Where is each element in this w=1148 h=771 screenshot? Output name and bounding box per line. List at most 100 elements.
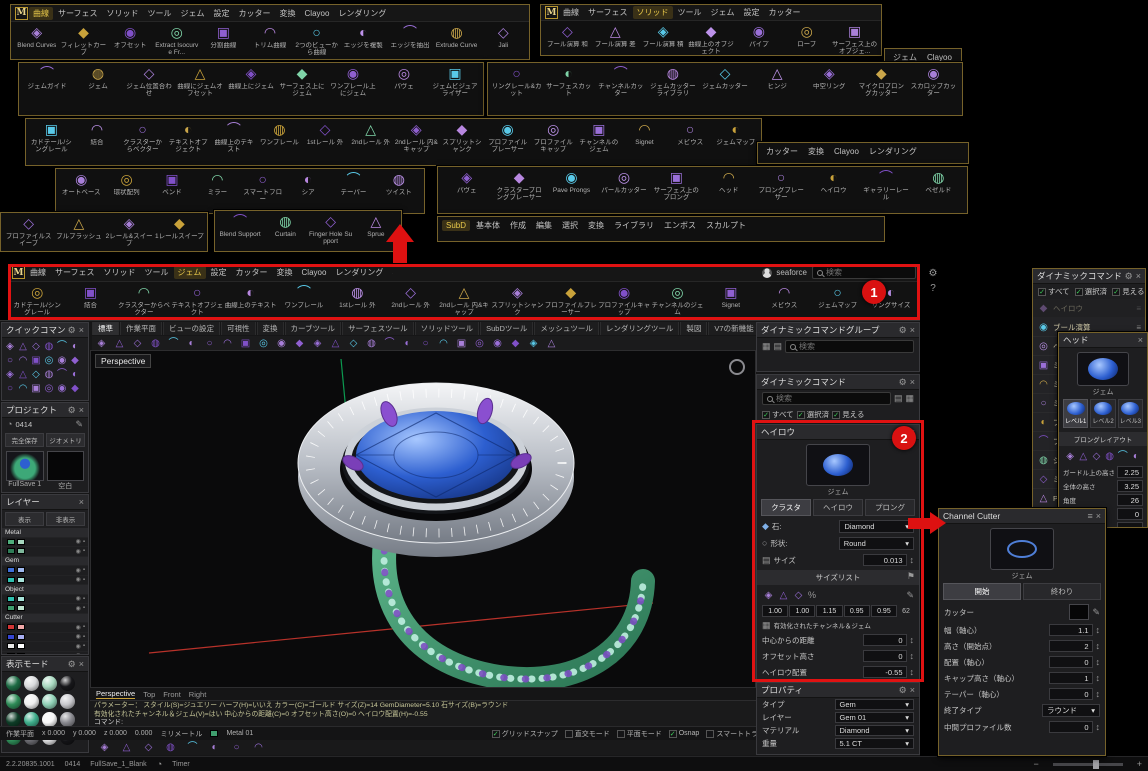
tool-icon[interactable]: ◆ xyxy=(293,337,306,350)
gear-icon[interactable]: ⚙ xyxy=(1125,272,1133,281)
tool-button[interactable]: ◈曲線上にジェム xyxy=(226,65,276,90)
tool-button[interactable]: ○ジェムマップ xyxy=(811,284,863,309)
tool-button[interactable]: ▣サーフェス上のオブジェ... xyxy=(831,23,878,55)
tool-icon[interactable]: ⌒ xyxy=(56,340,68,353)
menu-item[interactable]: 曲線 xyxy=(559,6,583,19)
tool-button[interactable]: △曲線にジェムオフセット xyxy=(175,65,225,97)
layer-color-chip[interactable] xyxy=(7,539,15,545)
level-tab[interactable]: レベル3 xyxy=(1118,399,1143,428)
layer-row[interactable]: ◉ ▪ xyxy=(2,623,88,633)
tool-icon[interactable]: ◈ xyxy=(4,368,16,381)
menu-icon[interactable]: ≡ xyxy=(1136,304,1141,313)
tool-button[interactable]: ◍ジェムカッターライブラリ xyxy=(647,65,698,97)
tool-button[interactable]: ⌒エッジを抽出 xyxy=(387,24,433,49)
eye-icon[interactable]: ◉ xyxy=(76,576,81,583)
menu-item[interactable]: ソリッド xyxy=(633,6,673,19)
eye-icon[interactable]: ◉ xyxy=(76,567,81,574)
tool-icon[interactable]: ○ xyxy=(419,337,432,350)
tool-icon[interactable]: ◍ xyxy=(365,337,378,350)
tool-button[interactable]: ◈中空リング xyxy=(804,65,855,90)
tool-button[interactable]: ◇ジェムカッター xyxy=(699,65,750,90)
tool-button[interactable]: ◆マイクロプロングカッター xyxy=(856,65,907,97)
menu-item[interactable]: 変換 xyxy=(273,266,297,279)
layer-color-chip[interactable] xyxy=(7,634,15,640)
layer-material-chip[interactable] xyxy=(17,596,25,602)
tool-icon[interactable]: △ xyxy=(777,589,790,602)
workspace-tab[interactable]: 変換 xyxy=(257,322,284,335)
tool-icon[interactable]: ▣ xyxy=(30,382,42,395)
tool-button[interactable]: ◆1レールスイープ xyxy=(155,215,204,240)
gear-icon[interactable]: ⚙ xyxy=(899,378,907,387)
tool-button[interactable]: ◠Signet xyxy=(622,121,667,146)
tool-button[interactable]: ◉プロファイルキャップ xyxy=(598,284,650,316)
layer-color-chip[interactable] xyxy=(7,653,15,655)
tool-button[interactable]: ◠クラスターからベクター xyxy=(118,284,170,316)
menu-item[interactable]: サーフェス xyxy=(54,7,102,20)
close-icon[interactable]: × xyxy=(79,406,84,415)
tool-icon[interactable]: ◠ xyxy=(17,354,29,367)
tool-button[interactable]: ◎パヴェ xyxy=(379,65,429,90)
tool-icon[interactable]: ◆ xyxy=(69,354,81,367)
tool-button[interactable]: △2ndレール 外 xyxy=(348,121,393,146)
layer-color-chip[interactable] xyxy=(7,567,15,573)
check-icon[interactable]: ✓ xyxy=(832,411,840,419)
field-value[interactable]: 2 xyxy=(1049,640,1093,652)
tool-button[interactable]: ○プロングブレーサー xyxy=(755,169,806,201)
tool-icon[interactable]: ◍ xyxy=(149,337,162,350)
halo-tab[interactable]: ヘイロウ xyxy=(813,499,863,516)
layer-row[interactable]: ◉ ▪ xyxy=(2,547,88,557)
material-sphere[interactable] xyxy=(60,694,75,709)
tool-icon[interactable]: ◇ xyxy=(347,337,360,350)
tool-button[interactable]: ◠メビウス xyxy=(758,284,810,309)
material-sphere[interactable] xyxy=(42,712,57,727)
tool-icon[interactable]: ◍ xyxy=(1104,450,1116,463)
layer-color-chip[interactable] xyxy=(7,605,15,611)
tool-icon[interactable]: ◈ xyxy=(4,340,16,353)
channel-thumbnail[interactable] xyxy=(990,528,1054,570)
size-cell[interactable]: 1.00 xyxy=(762,605,788,617)
layer-row[interactable]: Cutter ◉ ▪ xyxy=(2,614,88,624)
close-icon[interactable]: × xyxy=(1138,336,1143,345)
tool-icon[interactable]: ◈ xyxy=(762,589,775,602)
viewport-tab[interactable]: Front xyxy=(163,690,181,699)
tool-button[interactable]: ◎チャンネルのジェム xyxy=(651,284,703,316)
close-icon[interactable]: × xyxy=(910,378,915,387)
stepper-icon[interactable]: ↕ xyxy=(910,636,915,645)
workspace-tab[interactable]: 製図 xyxy=(680,322,707,335)
stepper-icon[interactable]: ↕ xyxy=(1096,626,1101,635)
property-value[interactable]: 5.1 CT▾ xyxy=(835,738,915,749)
tool-icon[interactable]: △ xyxy=(545,337,558,350)
close-icon[interactable]: × xyxy=(79,660,84,669)
check-icon[interactable]: ✓ xyxy=(617,730,625,738)
grid-view-icon[interactable]: ▦ xyxy=(905,394,914,403)
tool-button[interactable]: ◇Finger Hole Support xyxy=(309,213,353,245)
level-tab[interactable]: レベル2 xyxy=(1090,399,1115,428)
check-icon[interactable]: ✓ xyxy=(797,411,805,419)
tool-button[interactable]: ◐サーフェスカット xyxy=(543,65,594,97)
filter-toggle[interactable]: ✓すべて xyxy=(762,409,794,420)
tool-icon[interactable]: ◇ xyxy=(1090,450,1102,463)
menu-item[interactable]: ジェム xyxy=(177,7,209,20)
tool-icon[interactable]: ⌒ xyxy=(186,741,199,754)
menu-item[interactable]: 変換 xyxy=(804,145,828,158)
layer-color-chip[interactable] xyxy=(7,577,15,583)
layer-material-chip[interactable] xyxy=(17,548,25,554)
material-sphere[interactable] xyxy=(24,676,39,691)
tool-button[interactable]: ◎ロープ xyxy=(783,23,830,48)
menu-item[interactable]: 設定 xyxy=(740,6,764,19)
project-thumbnail-blank[interactable] xyxy=(47,451,85,481)
menu-item[interactable]: Clayoo xyxy=(298,267,331,278)
layer-material-chip[interactable] xyxy=(17,567,25,573)
tool-icon[interactable]: ◎ xyxy=(43,354,55,367)
workspace-tab[interactable]: 作業平面 xyxy=(120,322,162,335)
tool-button[interactable]: ◉パイプ xyxy=(735,23,782,48)
app-logo[interactable]: M xyxy=(15,7,28,20)
tool-icon[interactable]: ◇ xyxy=(792,589,805,602)
profile-count-value[interactable]: 0 xyxy=(1049,721,1093,733)
zoom-in-icon[interactable]: + xyxy=(1137,760,1142,769)
tool-button[interactable]: △ブルブラッシュ xyxy=(54,215,103,240)
field-value[interactable]: 1.1 xyxy=(1049,624,1093,636)
workspace-tab[interactable]: メッシュツール xyxy=(534,322,599,335)
check-icon[interactable]: ✓ xyxy=(492,730,500,738)
stepper-icon[interactable]: ↕ xyxy=(1096,690,1101,699)
